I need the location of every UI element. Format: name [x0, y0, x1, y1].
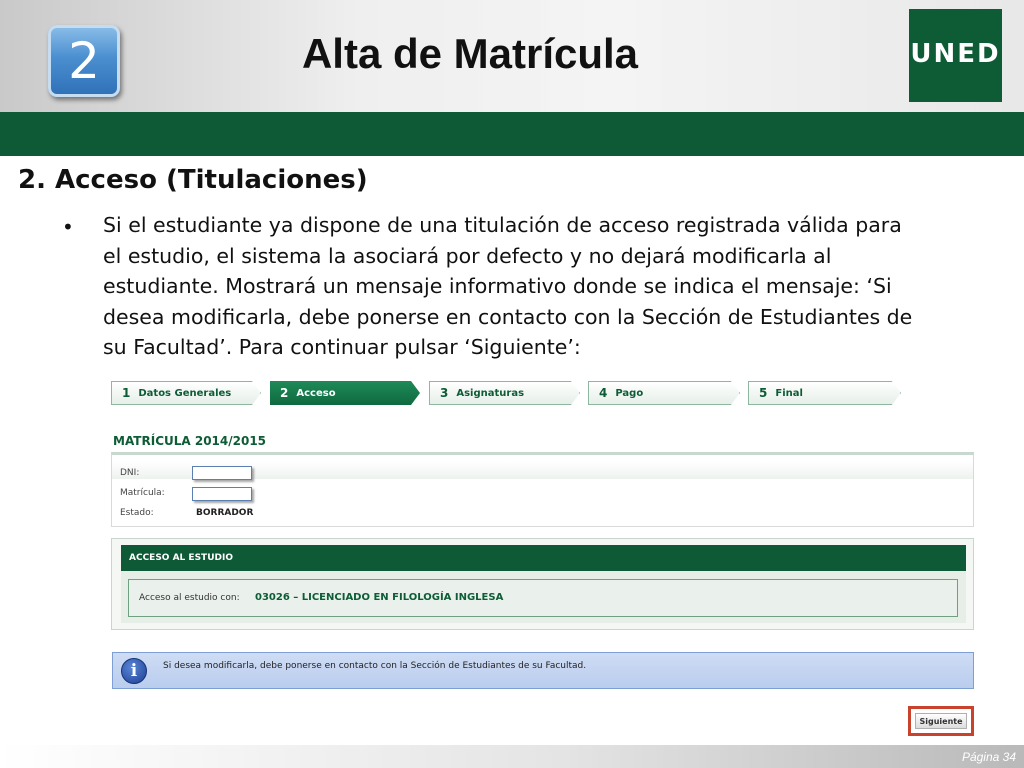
estado-value: BORRADOR	[196, 508, 254, 518]
slide-header: 2 Alta de Matrícula UNED	[0, 0, 1024, 112]
bullet-paragraph: Si el estudiante ya dispone de una titul…	[103, 213, 913, 359]
dni-label: DNI:	[120, 468, 140, 478]
dni-input[interactable]	[192, 466, 252, 480]
step-acceso[interactable]: 2 Acceso	[270, 381, 420, 405]
step-number: 4	[599, 386, 608, 400]
uned-logo: UNED	[909, 9, 1002, 102]
step-number: 3	[440, 386, 449, 400]
step-number: 2	[280, 386, 289, 400]
slide-number-text: 2	[68, 32, 100, 90]
step-label: Asignaturas	[456, 387, 525, 399]
matricula-input[interactable]	[192, 487, 252, 501]
access-label: Acceso al estudio con:	[139, 593, 240, 603]
estado-label: Estado:	[120, 508, 154, 518]
next-button[interactable]: Siguiente	[915, 713, 967, 729]
step-datos-generales[interactable]: 1 Datos Generales	[111, 381, 261, 405]
access-panel-header: ACCESO AL ESTUDIO	[121, 545, 966, 571]
step-pago[interactable]: 4 Pago	[588, 381, 740, 405]
section-heading: 2. Acceso (Titulaciones)	[18, 165, 368, 195]
info-message-bar: i Si desea modificarla, debe ponerse en …	[112, 652, 974, 689]
matricula-label: Matrícula:	[120, 488, 165, 498]
access-value: 03026 – LICENCIADO EN FILOLOGÍA INGLESA	[255, 592, 504, 603]
step-final[interactable]: 5 Final	[748, 381, 901, 405]
step-label: Final	[775, 387, 803, 399]
step-label: Acceso	[296, 387, 336, 399]
slide-footer: Página 34	[0, 745, 1024, 768]
bullet-icon: •	[62, 215, 74, 239]
access-panel-body: Acceso al estudio con: 03026 – LICENCIAD…	[121, 571, 966, 623]
step-label: Datos Generales	[138, 387, 232, 399]
step-number: 5	[759, 386, 768, 400]
logo-text: UNED	[910, 39, 1001, 69]
step-label: Pago	[615, 387, 644, 399]
info-icon: i	[121, 658, 147, 684]
page-number: Página 34	[961, 750, 1016, 764]
slide-title: Alta de Matrícula	[301, 30, 639, 77]
next-button-highlight: Siguiente	[908, 706, 974, 736]
step-number: 1	[122, 386, 131, 400]
header-band	[0, 112, 1024, 156]
step-asignaturas[interactable]: 3 Asignaturas	[429, 381, 580, 405]
access-panel: ACCESO AL ESTUDIO Acceso al estudio con:…	[111, 538, 974, 630]
matricula-title: MATRÍCULA 2014/2015	[113, 434, 267, 448]
student-data-panel: DNI: Matrícula: Estado: BORRADOR	[111, 452, 974, 527]
access-box: Acceso al estudio con: 03026 – LICENCIAD…	[128, 579, 958, 617]
slide-number-badge: 2	[48, 25, 120, 97]
wizard-steps: 1 Datos Generales 2 Acceso 3 Asignaturas…	[111, 381, 901, 405]
info-message-text: Si desea modificarla, debe ponerse en co…	[163, 661, 587, 671]
